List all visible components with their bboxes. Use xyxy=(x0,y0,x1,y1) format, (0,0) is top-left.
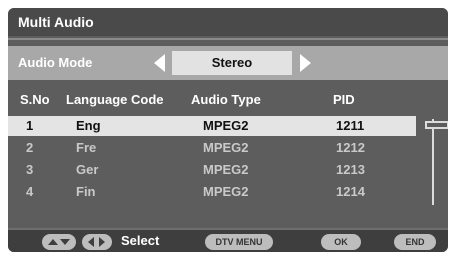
scrollbar-track[interactable] xyxy=(432,119,434,205)
table-header: S.No Language Code Audio Type PID xyxy=(8,92,448,114)
header-language-code: Language Code xyxy=(66,92,164,107)
row-audio-type: MPEG2 xyxy=(203,118,249,133)
row-language: Ger xyxy=(76,162,99,177)
row-pid: 1214 xyxy=(336,184,365,199)
arrow-down-icon xyxy=(60,239,70,245)
row-language: Fin xyxy=(76,184,96,199)
row-sno: 3 xyxy=(26,162,34,177)
header-sno: S.No xyxy=(20,92,50,107)
title-divider xyxy=(8,38,448,40)
row-audio-type: MPEG2 xyxy=(203,162,249,177)
row-audio-type: MPEG2 xyxy=(203,140,249,155)
arrow-right-icon[interactable] xyxy=(300,54,311,72)
scrollbar-thumb[interactable] xyxy=(425,121,448,129)
panel-title: Multi Audio xyxy=(8,8,448,36)
table-row[interactable]: 1 Eng MPEG2 1211 xyxy=(8,116,416,136)
arrow-left-icon[interactable] xyxy=(154,54,165,72)
row-pid: 1211 xyxy=(336,118,365,133)
end-button[interactable]: END xyxy=(394,234,436,250)
row-pid: 1212 xyxy=(336,140,365,155)
header-audio-type: Audio Type xyxy=(191,92,261,107)
audio-mode-bar[interactable]: Audio Mode Stereo xyxy=(8,46,448,80)
row-audio-type: MPEG2 xyxy=(203,184,249,199)
row-pid: 1213 xyxy=(336,162,365,177)
row-language: Eng xyxy=(76,118,101,133)
arrow-right-small-icon xyxy=(99,237,105,247)
audio-mode-label: Audio Mode xyxy=(18,55,93,70)
row-sno: 1 xyxy=(26,118,34,133)
arrow-up-icon xyxy=(48,239,58,245)
row-sno: 2 xyxy=(26,140,34,155)
header-pid: PID xyxy=(333,92,355,107)
table-row[interactable]: 4 Fin MPEG2 1214 xyxy=(8,182,416,202)
up-down-button[interactable] xyxy=(42,234,76,250)
table-row[interactable]: 3 Ger MPEG2 1213 xyxy=(8,160,416,180)
table-row[interactable]: 2 Fre MPEG2 1212 xyxy=(8,138,416,158)
row-language: Fre xyxy=(76,140,97,155)
audio-mode-value[interactable]: Stereo xyxy=(172,51,292,75)
dtv-menu-button[interactable]: DTV MENU xyxy=(205,234,273,250)
footer-bar: Select DTV MENU OK END xyxy=(8,230,448,252)
select-label: Select xyxy=(121,233,160,248)
ok-button[interactable]: OK xyxy=(321,234,361,250)
arrow-left-small-icon xyxy=(88,237,94,247)
left-right-button[interactable] xyxy=(82,234,112,250)
multi-audio-panel: Multi Audio Audio Mode Stereo S.No Langu… xyxy=(8,8,448,252)
row-sno: 4 xyxy=(26,184,34,199)
